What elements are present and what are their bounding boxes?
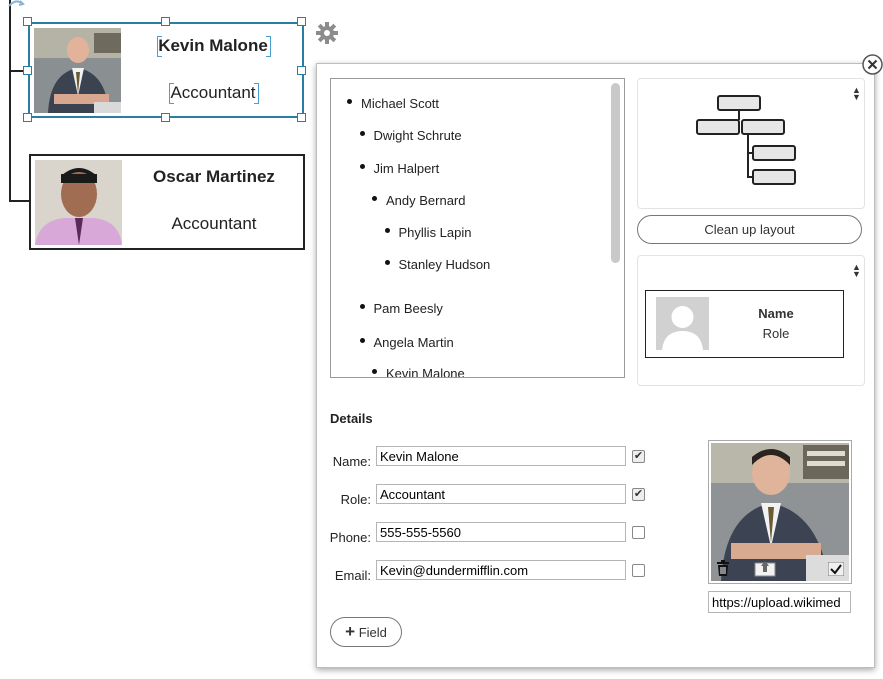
phone-input[interactable] <box>376 522 626 542</box>
email-visible-checkbox[interactable] <box>632 564 645 577</box>
tree-item[interactable]: Phyllis Lapin <box>384 225 472 240</box>
resize-handle[interactable] <box>23 17 32 26</box>
sort-arrows-icon[interactable]: ▲ ▼ <box>852 263 861 279</box>
tree-item-label: Kevin Malone <box>386 366 465 378</box>
text-selection-bracket <box>169 83 174 104</box>
email-input[interactable] <box>376 560 626 580</box>
tree-item-label: Pam Beesly <box>373 301 443 316</box>
bullet-icon <box>359 338 365 343</box>
plus-icon: + <box>345 622 356 641</box>
tree-item-label: Angela Martin <box>373 335 454 350</box>
resize-handle[interactable] <box>161 113 170 122</box>
resize-handle[interactable] <box>297 66 306 75</box>
tree-item[interactable]: Michael Scott <box>347 96 440 111</box>
add-field-button[interactable]: + Field <box>330 617 402 647</box>
clean-up-layout-button[interactable]: Clean up layout <box>637 215 862 244</box>
email-label: Email: <box>334 568 371 583</box>
tree-item[interactable]: Stanley Hudson <box>384 257 491 272</box>
org-node[interactable]: Oscar Martinez Accountant <box>29 154 305 250</box>
settings-panel: Michael Scott Dwight Schrute Jim Halpert An… <box>316 63 875 668</box>
avatar-placeholder-icon <box>656 297 709 350</box>
phone-visible-checkbox[interactable] <box>632 526 645 539</box>
resize-handle[interactable] <box>297 113 306 122</box>
template-role: Role <box>762 326 790 341</box>
bullet-icon <box>359 164 365 169</box>
connector-line <box>9 0 11 202</box>
template-card[interactable]: Name Role <box>645 290 844 358</box>
tree-item[interactable]: Dwight Schrute <box>359 128 462 143</box>
close-icon[interactable] <box>862 54 883 75</box>
resize-handle[interactable] <box>23 113 32 122</box>
bullet-icon <box>359 131 365 136</box>
name-visible-checkbox[interactable]: ✔ <box>632 450 645 463</box>
tree-item[interactable]: Angela Martin <box>359 335 454 350</box>
details-photo[interactable] <box>708 440 852 584</box>
tree-item-label: Dwight Schrute <box>373 128 462 143</box>
tree-item[interactable]: Andy Bernard <box>372 193 466 208</box>
bullet-icon <box>384 260 390 265</box>
resize-handle[interactable] <box>23 66 32 75</box>
text-selection-bracket <box>157 36 162 57</box>
gear-icon[interactable] <box>315 21 339 45</box>
tree-item-label: Stanley Hudson <box>398 257 491 272</box>
role-label: Role: <box>340 492 371 507</box>
tree-item-label: Phyllis Lapin <box>398 225 472 240</box>
name-input[interactable] <box>376 446 626 466</box>
bullet-icon <box>359 304 365 309</box>
tree-item[interactable]: Pam Beesly <box>359 301 443 316</box>
template-name: Name <box>758 306 794 321</box>
node-name[interactable]: Oscar Martinez <box>127 167 301 187</box>
org-node-selected[interactable]: Kevin Malone Accountant <box>28 22 304 118</box>
node-role[interactable]: Accountant <box>127 214 301 234</box>
sort-arrows-icon[interactable]: ▲ ▼ <box>852 86 861 102</box>
layout-preview-box[interactable]: ▲ ▼ <box>637 78 865 209</box>
bullet-icon <box>372 196 377 201</box>
node-photo <box>34 28 121 113</box>
photo-url-input[interactable] <box>708 591 851 613</box>
details-title: Details <box>330 411 373 426</box>
resize-handle[interactable] <box>161 17 170 26</box>
tree-item-label: Michael Scott <box>361 96 440 111</box>
tree-item-label: Andy Bernard <box>386 193 466 208</box>
tree-scrollbar[interactable] <box>611 83 620 263</box>
node-photo <box>35 160 122 245</box>
node-template-box[interactable]: ▲ ▼ Name Role <box>637 255 865 386</box>
bullet-icon <box>384 228 390 233</box>
role-visible-checkbox[interactable]: ✔ <box>632 488 645 501</box>
node-name[interactable]: Kevin Malone <box>126 36 300 56</box>
name-label: Name: <box>332 454 371 469</box>
bullet-icon <box>347 99 352 104</box>
rotate-handle-icon[interactable] <box>7 0 25 9</box>
add-field-label: Field <box>358 625 387 640</box>
node-role[interactable]: Accountant <box>126 83 300 103</box>
tree-item[interactable]: Jim Halpert <box>359 161 440 176</box>
text-selection-bracket <box>254 83 259 104</box>
upload-icon[interactable] <box>754 559 776 577</box>
text-selection-bracket <box>266 36 271 57</box>
connector-line <box>9 200 30 202</box>
trash-icon[interactable] <box>715 559 731 577</box>
hierarchy-icon <box>694 92 798 195</box>
hierarchy-tree[interactable]: Michael Scott Dwight Schrute Jim Halpert An… <box>330 78 625 378</box>
bullet-icon <box>372 369 377 374</box>
resize-handle[interactable] <box>297 17 306 26</box>
role-input[interactable] <box>376 484 626 504</box>
tree-item-label: Jim Halpert <box>373 161 440 176</box>
tree-item[interactable]: Kevin Malone <box>372 366 465 378</box>
phone-label: Phone: <box>329 530 371 545</box>
checkmark-icon[interactable] <box>827 561 845 577</box>
